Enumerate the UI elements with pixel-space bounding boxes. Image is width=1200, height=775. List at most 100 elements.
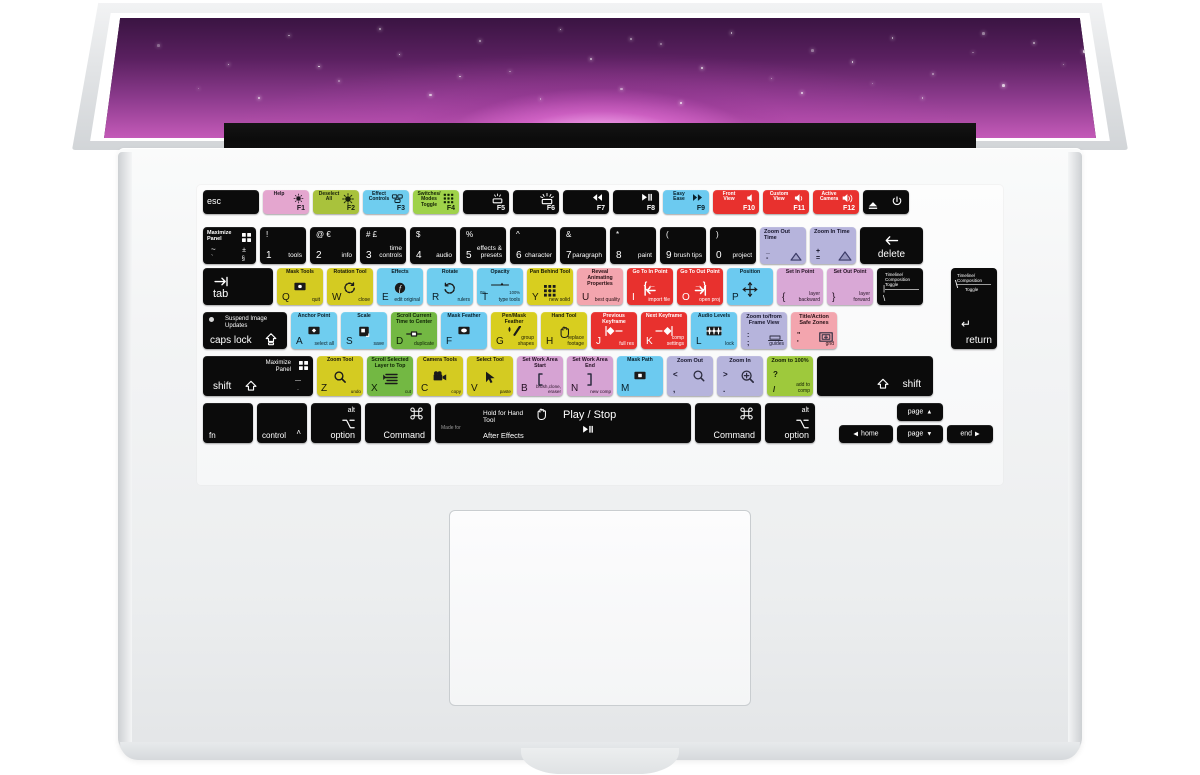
key-equal[interactable]: Zoom In Time + = [810, 227, 856, 264]
key-option_left[interactable]: alt option [311, 403, 361, 443]
key-f11[interactable]: Custom View F11 [763, 190, 809, 214]
key-base-symbol: , [673, 385, 676, 394]
key-bracket_right[interactable]: Set Out Point} layer forward [827, 268, 873, 305]
mission-control-icon [391, 193, 404, 204]
key-a[interactable]: Anchor Point Aselect all [291, 312, 337, 349]
key-1[interactable]: ! 1 tools [260, 227, 306, 264]
key-control[interactable]: control ˄ [257, 403, 307, 443]
key-3[interactable]: # £ 3 time controls [360, 227, 406, 264]
key-8[interactable]: * 8 paint [610, 227, 656, 264]
key-tilde[interactable]: Maximize Panel ~ ` ± § [203, 227, 256, 264]
key-x[interactable]: Scroll Selected Layer to Top Xcut [367, 356, 413, 396]
key-i[interactable]: Go To In Point {← Iimport file [627, 268, 673, 305]
key-c[interactable]: Camera Tools Ccopy [417, 356, 463, 396]
key-0[interactable]: ) 0 project [710, 227, 756, 264]
key-f1[interactable]: Help F1 [263, 190, 309, 214]
key-letter: M [621, 383, 630, 394]
key-fn-number: F1 [296, 205, 305, 212]
key-5[interactable]: % 5 effects & presets [460, 227, 506, 264]
key-f8[interactable]: F8 [613, 190, 659, 214]
key-quote[interactable]: Title/Action Safe Zones " ' grid [791, 312, 837, 349]
key-l[interactable]: Audio Levels Llock [691, 312, 737, 349]
key-minus[interactable]: Zoom Out Time _ - [760, 227, 806, 264]
key-word-label: copy [451, 389, 461, 394]
key-home[interactable]: ◀ home [839, 425, 893, 443]
key-command_right[interactable]: Command [695, 403, 761, 443]
key-7[interactable]: & 7 paragraph [560, 227, 606, 264]
key-4[interactable]: $4 audio [410, 227, 456, 264]
key-word-label: comp settings [666, 335, 684, 347]
key-j[interactable]: Previous Keyframe Jfull res [591, 312, 637, 349]
key-q[interactable]: Mask Tools Qquit [277, 268, 323, 305]
key-shift_left[interactable]: Maximize Panel — · shift [203, 356, 313, 396]
key-shift_right[interactable]: shift [817, 356, 933, 396]
key-letter: S [346, 336, 353, 347]
key-power[interactable] [863, 190, 909, 214]
key-k[interactable]: Next Keyframe Kcomp settings [641, 312, 687, 349]
key-n[interactable]: Set Work Area End Nnew comp [567, 356, 613, 396]
key-action-label: Maximize Panel [265, 360, 291, 373]
trackpad[interactable] [449, 510, 751, 706]
key-b[interactable]: Set Work Area Start Bbrush,clone, eraser [517, 356, 563, 396]
key-u[interactable]: Reveal Animating Properties Ubest quality [577, 268, 623, 305]
key-6[interactable]: ^ 6 character [510, 227, 556, 264]
nav-key-label: page [907, 408, 924, 416]
key-f7[interactable]: F7 [563, 190, 609, 214]
key-fn[interactable]: fn [203, 403, 253, 443]
key-delete[interactable]: delete [860, 227, 923, 264]
key-e[interactable]: Effects f Eedit original [377, 268, 423, 305]
key-esc[interactable]: esc [203, 190, 259, 214]
key-p[interactable]: Position P [727, 268, 773, 305]
key-tab[interactable]: tab [203, 268, 273, 305]
key-return[interactable]: Timeline/ Composition Toggle \ ↵ return [951, 268, 997, 349]
bracket-end-icon [586, 373, 595, 386]
key-f4[interactable]: Switches/ Modes Toggle F4 [413, 190, 459, 214]
key-m[interactable]: Mask Path M [617, 356, 663, 396]
key-f6[interactable]: F6 [513, 190, 559, 214]
key-base-symbol: ' [797, 340, 799, 347]
key-z[interactable]: Zoom Tool Zundo [317, 356, 363, 396]
key-o[interactable]: Go To Out Point →} Oopen proj [677, 268, 723, 305]
key-slash[interactable]: Zoom to 100%? / add to comp [767, 356, 813, 396]
key-9[interactable]: (9 brush tips [660, 227, 706, 264]
key-y[interactable]: Pan Behind Tool Ynew solid [527, 268, 573, 305]
key-period[interactable]: Zoom In >. [717, 356, 763, 396]
key-action-label: Custom View [769, 191, 789, 203]
key-f10[interactable]: Front View F10 [713, 190, 759, 214]
key-action-label: Mask Feather [447, 313, 481, 319]
cursor-arrow-icon [485, 371, 495, 384]
key-base-symbol: 4 [416, 250, 422, 261]
key-space[interactable]: Hold for Hand Tool Play / Stop Made for Aft… [435, 403, 691, 443]
brightness-up-icon [342, 193, 354, 205]
key-end[interactable]: end ▶ [947, 425, 993, 443]
key-d[interactable]: Scroll Current Time to Center Dduplicate [391, 312, 437, 349]
key-w[interactable]: Rotation Tool Wclose [327, 268, 373, 305]
key-bracket_left[interactable]: Set In Point {layer backward [777, 268, 823, 305]
key-h[interactable]: Hand Tool Hreplace footage [541, 312, 587, 349]
key-shift-symbol: ~ [211, 245, 216, 254]
key-semicolon[interactable]: Zoom to/from Frame View:;. guides [741, 312, 787, 349]
key-s[interactable]: Scale Ssave [341, 312, 387, 349]
key-f3[interactable]: Effect Controls F3 [363, 190, 409, 214]
key-option_right[interactable]: alt option [765, 403, 815, 443]
key-t[interactable]: Opacity 0% 100% Ttype tools [477, 268, 523, 305]
mask-feather-icon [458, 326, 471, 335]
key-page_up[interactable]: page ▲ [897, 403, 943, 421]
key-v[interactable]: Select Tool Vpaste [467, 356, 513, 396]
key-g[interactable]: Pen/Mask Feather Ggroup shapes [491, 312, 537, 349]
key-action-label: Camera Tools [423, 357, 457, 363]
key-f[interactable]: Mask Feather F [441, 312, 487, 349]
key-backslash[interactable]: Timeline/ Composition Toggle | \ [877, 268, 923, 305]
key-f2[interactable]: Deselect All F2 [313, 190, 359, 214]
key-page_down[interactable]: page ▼ [897, 425, 943, 443]
key-r[interactable]: Rotate Rrulers [427, 268, 473, 305]
key-comma[interactable]: Zoom Out <, [667, 356, 713, 396]
key-f12[interactable]: Active Camera F12 [813, 190, 859, 214]
return-arrow-icon: ↵ [961, 317, 972, 331]
key-caps_lock[interactable]: Suspend Image Updates caps lock [203, 312, 287, 349]
opacity-slider-icon [490, 282, 510, 287]
key-command_left[interactable]: Command [365, 403, 431, 443]
key-f9[interactable]: Easy Ease F9 [663, 190, 709, 214]
key-2[interactable]: @ € 2 info [310, 227, 356, 264]
key-f5[interactable]: F5 [463, 190, 509, 214]
